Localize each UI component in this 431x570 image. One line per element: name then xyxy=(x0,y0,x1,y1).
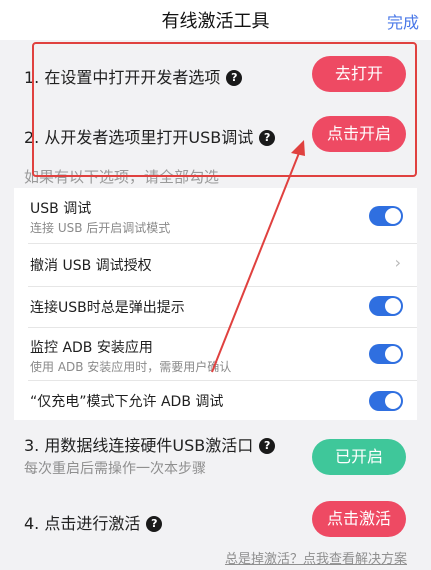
annotation-arrow xyxy=(211,140,305,373)
